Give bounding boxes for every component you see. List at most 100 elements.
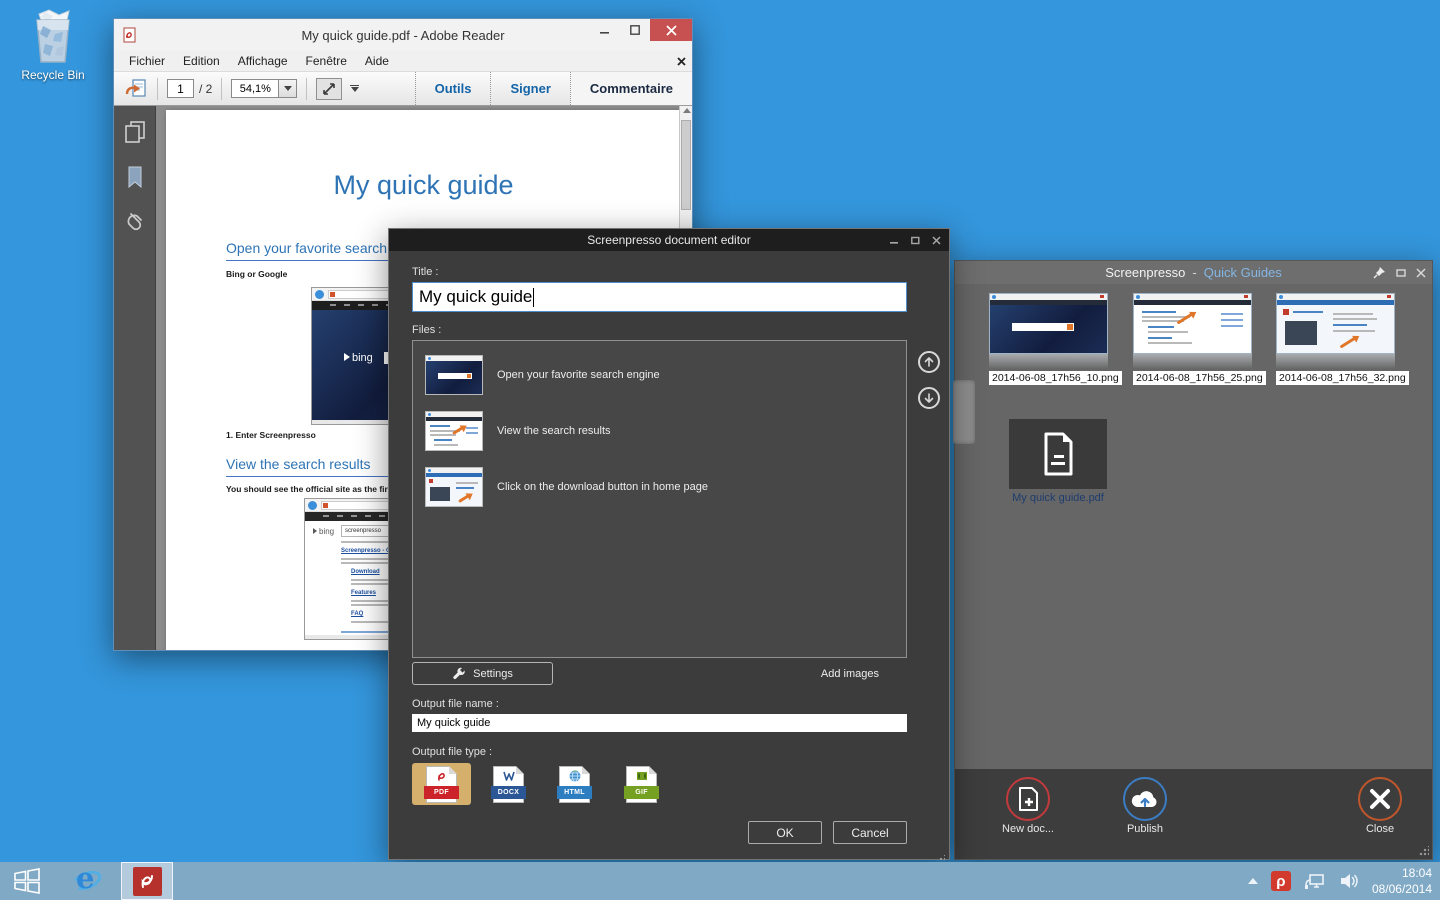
thumbnail-reflection (1276, 354, 1395, 369)
close-x-icon (1369, 788, 1391, 810)
file-caption: Open your favorite search engine (497, 369, 660, 381)
minimize-button[interactable] (590, 19, 620, 41)
tab-outils-label: Outils (435, 81, 472, 96)
ok-button[interactable]: OK (748, 821, 822, 844)
reader-titlebar[interactable]: My quick guide.pdf - Adobe Reader (114, 19, 692, 51)
type-html-option[interactable]: HTML (559, 763, 590, 805)
settings-label: Settings (473, 668, 513, 680)
tab-commentaire[interactable]: Commentaire (570, 72, 692, 105)
menu-edition[interactable]: Edition (174, 54, 229, 68)
share-icon[interactable] (124, 78, 148, 100)
result-link-4: FAQ (351, 611, 363, 617)
maximize-icon[interactable] (1396, 268, 1406, 278)
close-icon[interactable] (1416, 268, 1426, 278)
capture-thumbnail-1[interactable]: 2014-06-08_17h56_10.png (989, 293, 1108, 385)
title-input[interactable]: My quick guide (412, 282, 907, 312)
reader-toolbar: 1 / 2 54,1% Outils Signer Commentaire (114, 72, 692, 106)
html-file-icon: HTML (559, 766, 590, 803)
file-list-item[interactable]: Click on the download button in home pag… (421, 459, 898, 515)
publish-label: Publish (1100, 823, 1190, 835)
cancel-button[interactable]: Cancel (833, 821, 907, 844)
move-up-button[interactable] (918, 351, 940, 373)
zoom-dropdown-button[interactable] (279, 79, 297, 98)
pin-icon[interactable] (1373, 266, 1386, 279)
volume-icon[interactable] (1339, 872, 1359, 890)
generated-pdf-filename: My quick guide.pdf (965, 492, 1151, 504)
file-caption: Click on the download button in home pag… (497, 481, 708, 493)
quick-guides-titlebar[interactable]: Screenpresso - Quick Guides (955, 261, 1432, 284)
docx-file-icon: DOCX (493, 766, 524, 803)
gif-band-label: GIF (624, 786, 659, 799)
cloud-upload-icon (1131, 789, 1159, 809)
tab-signer[interactable]: Signer (490, 72, 569, 105)
pdf-step-1: 1. Enter Screenpresso (226, 430, 316, 440)
network-icon[interactable] (1304, 872, 1326, 890)
taskbar-clock[interactable]: 18:04 08/06/2014 (1372, 865, 1432, 897)
close-button[interactable] (650, 19, 692, 41)
internet-explorer-icon[interactable]: e (71, 865, 103, 897)
menu-affichage[interactable]: Affichage (229, 54, 297, 68)
attachments-icon[interactable] (125, 210, 145, 234)
settings-button[interactable]: Settings (412, 662, 553, 685)
scrollbar-thumb[interactable] (681, 120, 691, 210)
result-link-3: Features (351, 590, 376, 596)
publish-button[interactable]: Publish (1100, 769, 1190, 835)
editor-titlebar[interactable]: Screenpresso document editor (389, 229, 949, 251)
back-button-icon (315, 290, 324, 299)
file-thumbnail (425, 355, 483, 395)
zoom-value: 54,1% (240, 83, 271, 95)
type-docx-option[interactable]: DOCX (493, 763, 524, 805)
files-list-label: Files : (412, 324, 907, 336)
maximize-button[interactable] (620, 19, 650, 41)
capture-thumbnail-2[interactable]: 2014-06-08_17h56_25.png (1133, 293, 1252, 385)
capture-thumbnail-3[interactable]: 2014-06-08_17h56_32.png (1276, 293, 1395, 385)
close-icon[interactable] (932, 236, 941, 245)
minimize-icon[interactable] (890, 236, 899, 245)
generated-pdf-tile[interactable] (1009, 419, 1107, 489)
file-list-item[interactable]: Open your favorite search engine (421, 347, 898, 403)
adobe-reader-taskbar-button[interactable] (121, 862, 173, 900)
wrench-icon (452, 667, 466, 681)
screenpresso-tray-icon[interactable]: ρ (1271, 871, 1291, 891)
bing-logo-small: bing (313, 527, 334, 536)
reader-menubar: Fichier Edition Affichage Fenêtre Aide (114, 51, 692, 72)
resize-grip[interactable] (1419, 846, 1429, 856)
docx-band-label: DOCX (491, 786, 526, 799)
quick-guides-body: 2014-06-08_17h56_10.png (955, 284, 1432, 769)
scroll-up-icon (683, 108, 691, 113)
clock-time: 18:04 (1372, 865, 1432, 881)
type-pdf-option[interactable]: PDF (412, 763, 471, 805)
start-button[interactable] (13, 868, 41, 894)
bookmarks-icon[interactable] (126, 166, 144, 188)
fit-page-button[interactable] (316, 78, 342, 100)
add-images-button[interactable]: Add images (821, 668, 879, 680)
move-down-button[interactable] (918, 387, 940, 409)
menu-aide[interactable]: Aide (356, 54, 398, 68)
tab-outils[interactable]: Outils (415, 72, 491, 105)
maximize-icon[interactable] (911, 236, 920, 245)
page-number-input[interactable]: 1 (167, 79, 194, 98)
recycle-bin[interactable]: Recycle Bin (8, 8, 98, 82)
title-separator: - (1192, 265, 1196, 280)
show-hidden-icons-button[interactable] (1248, 878, 1258, 884)
zoom-input[interactable]: 54,1% (231, 79, 279, 98)
recycle-bin-label: Recycle Bin (8, 68, 98, 82)
page-thumbnails-icon[interactable] (124, 120, 146, 144)
new-doc-button[interactable]: New doc... (983, 769, 1073, 835)
file-list-item[interactable]: View the search results (421, 403, 898, 459)
menu-fenetre[interactable]: Fenêtre (297, 54, 356, 68)
type-gif-option[interactable]: GIF (626, 763, 657, 805)
thumbnail-filename: 2014-06-08_17h56_32.png (1276, 371, 1409, 385)
menu-fichier[interactable]: Fichier (120, 54, 174, 68)
toolbar-menu-button[interactable] (350, 85, 359, 92)
thumbnail-reflection (989, 354, 1108, 369)
close-workspace-button[interactable]: Close (1335, 769, 1425, 835)
output-name-input[interactable]: My quick guide (412, 714, 907, 732)
tab-commentaire-label: Commentaire (590, 81, 673, 96)
close-document-icon[interactable] (677, 57, 686, 66)
pdf-file-icon: PDF (426, 766, 457, 803)
document-icon (1040, 431, 1076, 477)
toolbar-separator (306, 78, 307, 100)
output-name-value: My quick guide (417, 717, 490, 729)
thumbnail-reflection (1133, 354, 1252, 369)
